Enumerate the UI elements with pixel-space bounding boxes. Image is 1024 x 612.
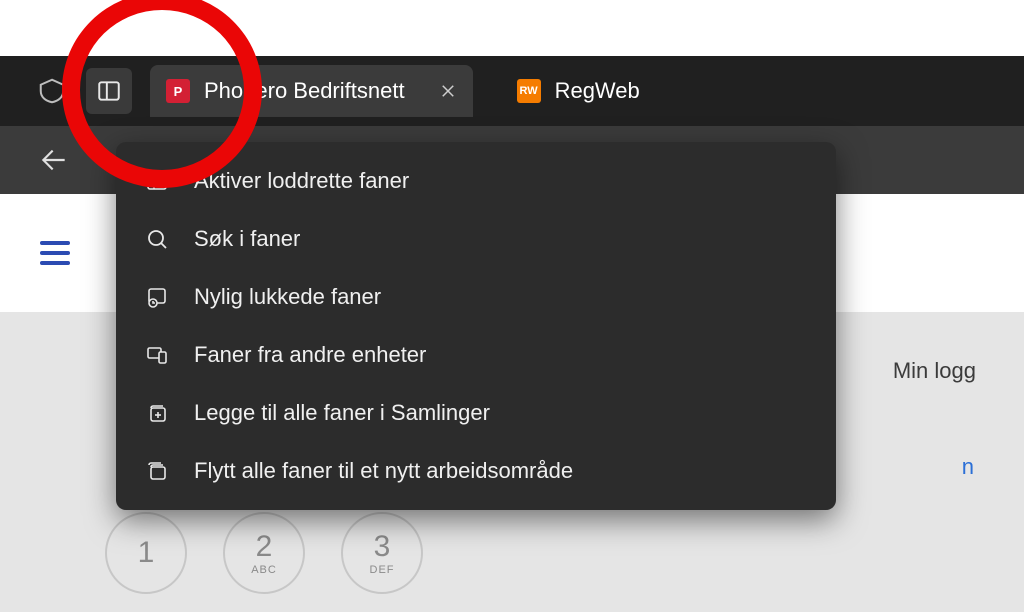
tab-actions-menu: Aktiver loddrette faner Søk i faner Nyli…: [116, 142, 836, 510]
favicon-regweb: RW: [517, 79, 541, 103]
menu-item-label: Nylig lukkede faner: [194, 284, 381, 310]
hamburger-icon[interactable]: [40, 241, 70, 265]
link-fragment: n: [962, 454, 974, 480]
devices-icon: [142, 340, 172, 370]
menu-item-add-to-collections[interactable]: Legge til alle faner i Samlinger: [116, 384, 836, 442]
menu-item-move-to-workspace[interactable]: Flytt alle faner til et nytt arbeidsområ…: [116, 442, 836, 500]
favicon-phonero: P: [166, 79, 190, 103]
workspace-move-icon: [142, 456, 172, 486]
tab-actions-button[interactable]: [86, 68, 132, 114]
menu-item-label: Søk i faner: [194, 226, 300, 252]
key-1[interactable]: 1: [105, 512, 187, 594]
menu-item-search-tabs[interactable]: Søk i faner: [116, 210, 836, 268]
tab-phonero[interactable]: P Phonero Bedriftsnett: [150, 65, 473, 117]
history-icon: [142, 282, 172, 312]
back-button[interactable]: [38, 144, 70, 176]
menu-item-recently-closed[interactable]: Nylig lukkede faner: [116, 268, 836, 326]
menu-item-label: Aktiver loddrette faner: [194, 168, 409, 194]
workspace-icon[interactable]: [36, 75, 68, 107]
panel-icon: [142, 166, 172, 196]
dialer-keypad: 1 2ABC 3DEF: [105, 512, 423, 594]
key-3[interactable]: 3DEF: [341, 512, 423, 594]
key-2[interactable]: 2ABC: [223, 512, 305, 594]
menu-item-label: Legge til alle faner i Samlinger: [194, 400, 490, 426]
browser-tabstrip: P Phonero Bedriftsnett RW RegWeb: [0, 56, 1024, 126]
min-logg-label[interactable]: Min logg: [893, 358, 976, 384]
tab-regweb[interactable]: RW RegWeb: [501, 65, 656, 117]
tab-title: Phonero Bedriftsnett: [204, 78, 405, 104]
menu-item-label: Faner fra andre enheter: [194, 342, 426, 368]
tabstrip-left: P Phonero Bedriftsnett RW RegWeb: [0, 65, 656, 117]
menu-item-label: Flytt alle faner til et nytt arbeidsområ…: [194, 458, 573, 484]
collections-add-icon: [142, 398, 172, 428]
search-icon: [142, 224, 172, 254]
menu-item-vertical-tabs[interactable]: Aktiver loddrette faner: [116, 152, 836, 210]
close-icon[interactable]: [439, 82, 457, 100]
menu-item-other-devices[interactable]: Faner fra andre enheter: [116, 326, 836, 384]
tab-title: RegWeb: [555, 78, 640, 104]
